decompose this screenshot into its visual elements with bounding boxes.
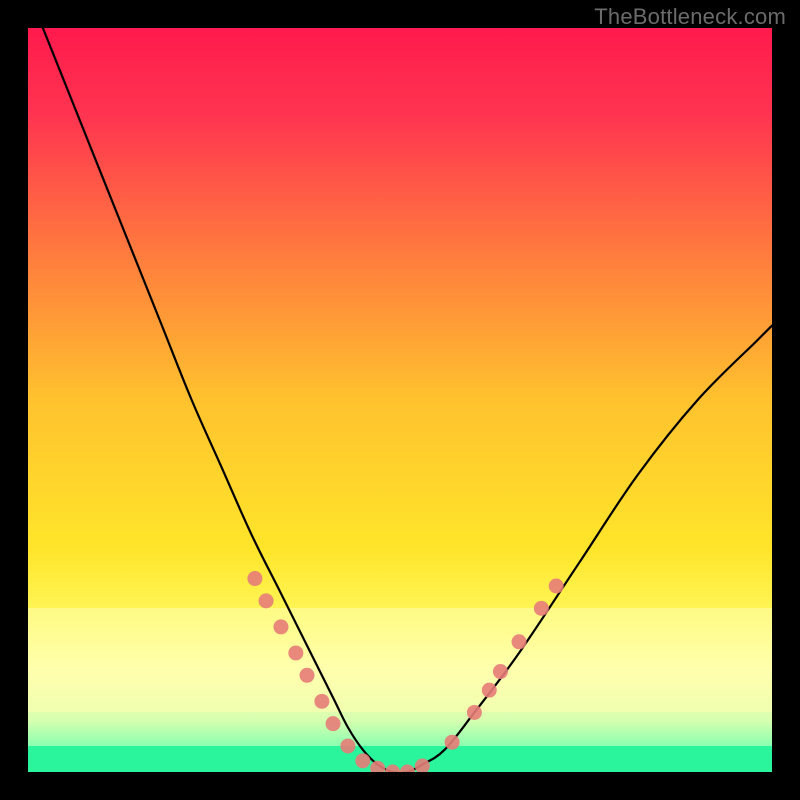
data-point	[370, 761, 385, 772]
data-point	[340, 738, 355, 753]
data-point	[355, 753, 370, 768]
data-point	[314, 694, 329, 709]
data-point	[288, 645, 303, 660]
data-point	[467, 705, 482, 720]
data-point	[534, 601, 549, 616]
data-point	[326, 716, 341, 731]
bottleneck-curve	[43, 28, 772, 772]
data-point	[259, 593, 274, 608]
data-point	[247, 571, 262, 586]
chart-frame: TheBottleneck.com	[0, 0, 800, 800]
data-point	[482, 683, 497, 698]
data-point	[273, 619, 288, 634]
data-point	[549, 579, 564, 594]
data-point	[385, 765, 400, 773]
watermark-text: TheBottleneck.com	[594, 4, 786, 30]
data-point	[493, 664, 508, 679]
data-point	[400, 765, 415, 773]
plot-area	[28, 28, 772, 772]
data-point	[445, 735, 460, 750]
data-point	[512, 634, 527, 649]
data-point	[300, 668, 315, 683]
chart-svg	[28, 28, 772, 772]
